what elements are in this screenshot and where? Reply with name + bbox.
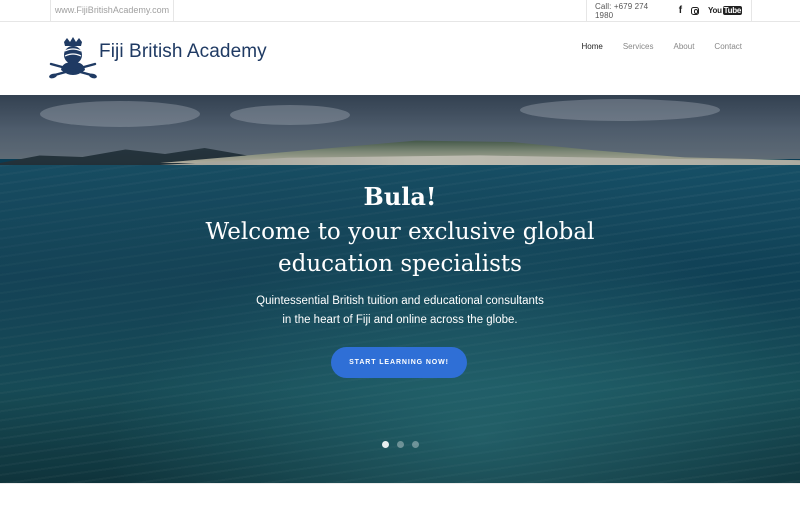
contact-social-bar: Call: +679 274 1980 f You Tube (586, 0, 752, 21)
divider (0, 483, 800, 484)
site-url-link[interactable]: www.FijiBritishAcademy.com (50, 0, 174, 21)
call-text: Call: +679 274 1980 (595, 1, 649, 20)
hero-text: Quintessential British tuition and educa… (0, 292, 800, 330)
main-nav: Home Services About Contact (561, 42, 742, 51)
nav-item-home[interactable]: Home (581, 42, 602, 51)
slider-pagination (382, 441, 427, 448)
brand-name[interactable]: Fiji British Academy (99, 41, 267, 63)
hero-heading: Bula! (363, 182, 437, 211)
nav-item-services[interactable]: Services (623, 42, 654, 51)
slide-dot-2[interactable] (397, 441, 404, 448)
social-links: f You Tube (679, 5, 751, 16)
top-bar: www.FijiBritishAcademy.com Call: +679 27… (0, 0, 800, 22)
nav-item-contact[interactable]: Contact (714, 42, 742, 51)
hero-text-line: Quintessential British tuition and educa… (256, 295, 544, 307)
academy-crest-icon[interactable] (48, 36, 98, 82)
hero-subheading-line: education specialists (278, 251, 522, 277)
slide-dot-3[interactable] (412, 441, 419, 448)
slide-dot-1[interactable] (382, 441, 389, 448)
start-learning-button[interactable]: START LEARNING NOW! (331, 347, 467, 378)
site-header: Fiji British Academy Home Services About… (0, 22, 800, 94)
hero-text-line: in the heart of Fiji and online across t… (282, 314, 518, 326)
nav-item-about[interactable]: About (674, 42, 695, 51)
hero-subheading-line: Welcome to your exclusive global (205, 219, 595, 245)
youtube-icon[interactable]: You Tube (708, 6, 742, 15)
instagram-icon[interactable] (691, 6, 700, 15)
hero-overlay (0, 95, 800, 483)
hero-subheading: Welcome to your exclusive global educati… (0, 216, 800, 280)
facebook-icon[interactable]: f (679, 5, 682, 16)
hero-slider: Bula! Welcome to your exclusive global e… (0, 95, 800, 483)
